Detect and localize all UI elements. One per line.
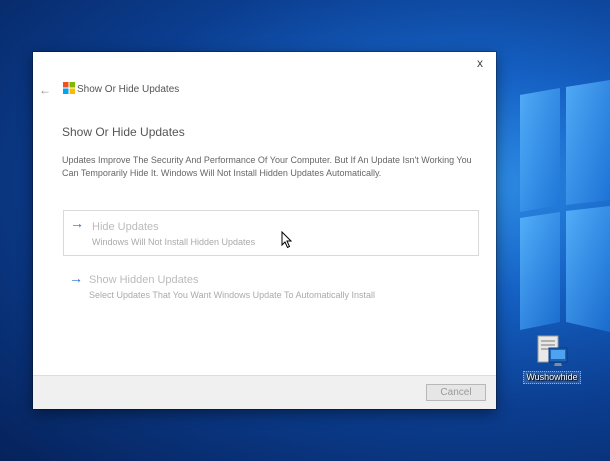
option-subtitle: Windows Will Not Install Hidden Updates <box>92 237 256 247</box>
logo-pane-bottom-left <box>520 212 560 330</box>
option-subtitle: Select Updates That You Want Windows Upd… <box>89 290 375 300</box>
windows-logo-icon <box>63 82 75 94</box>
show-hidden-updates-option[interactable]: → Show Hidden Updates Select Updates Tha… <box>63 266 479 312</box>
desktop-icon-wushowhide[interactable]: Wushowhide <box>523 332 581 386</box>
mouse-pointer-icon <box>281 231 293 249</box>
desktop-icon-label: Wushowhide <box>523 371 581 384</box>
cancel-button[interactable]: Cancel <box>426 384 486 401</box>
option-title: Hide Updates <box>92 221 159 233</box>
description-text: Updates Improve The Security And Perform… <box>62 155 472 178</box>
option-title: Show Hidden Updates <box>89 274 199 286</box>
close-button[interactable]: x <box>472 55 488 71</box>
back-button[interactable]: ← <box>39 83 53 97</box>
troubleshooter-icon <box>537 335 568 366</box>
arrow-left-icon: ← <box>39 83 51 97</box>
desktop: x ← Show Or Hide Updates Show Or Hide Up… <box>0 0 610 461</box>
arrow-right-icon: → <box>69 270 83 286</box>
arrow-right-icon: → <box>70 215 84 231</box>
dialog-footer: Cancel <box>33 375 496 409</box>
app-title: Show Or Hide Updates <box>77 84 180 95</box>
logo-pane-bottom-right <box>566 206 610 332</box>
page-heading: Show Or Hide Updates <box>62 125 185 139</box>
show-hide-updates-dialog: x ← Show Or Hide Updates Show Or Hide Up… <box>33 52 496 409</box>
logo-pane-top-right <box>566 80 610 205</box>
hide-updates-option[interactable]: → Hide Updates Windows Will Not Install … <box>63 210 479 256</box>
logo-pane-top-left <box>520 88 560 212</box>
